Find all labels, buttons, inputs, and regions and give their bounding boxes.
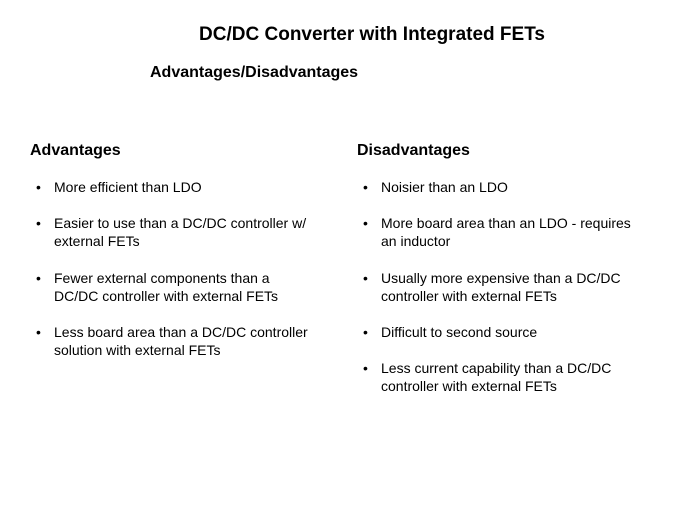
slide-title: DC/DC Converter with Integrated FETs (30, 24, 644, 46)
advantages-list: More efficient than LDO Easier to use th… (30, 178, 317, 359)
list-item: Easier to use than a DC/DC controller w/… (30, 214, 317, 250)
list-item: Less current capability than a DC/DC con… (357, 359, 644, 395)
columns-container: Advantages More efficient than LDO Easie… (30, 142, 644, 414)
disadvantages-column: Disadvantages Noisier than an LDO More b… (357, 142, 644, 414)
disadvantages-list: Noisier than an LDO More board area than… (357, 178, 644, 396)
list-item: Usually more expensive than a DC/DC cont… (357, 269, 644, 305)
advantages-column: Advantages More efficient than LDO Easie… (30, 142, 317, 414)
list-item: More board area than an LDO - requires a… (357, 214, 644, 250)
disadvantages-heading: Disadvantages (357, 142, 644, 160)
slide-subtitle: Advantages/Disadvantages (30, 64, 644, 82)
list-item: More efficient than LDO (30, 178, 317, 196)
list-item: Noisier than an LDO (357, 178, 644, 196)
list-item: Less board area than a DC/DC controller … (30, 323, 317, 359)
list-item: Fewer external components than a DC/DC c… (30, 269, 317, 305)
list-item: Difficult to second source (357, 323, 644, 341)
advantages-heading: Advantages (30, 142, 317, 160)
